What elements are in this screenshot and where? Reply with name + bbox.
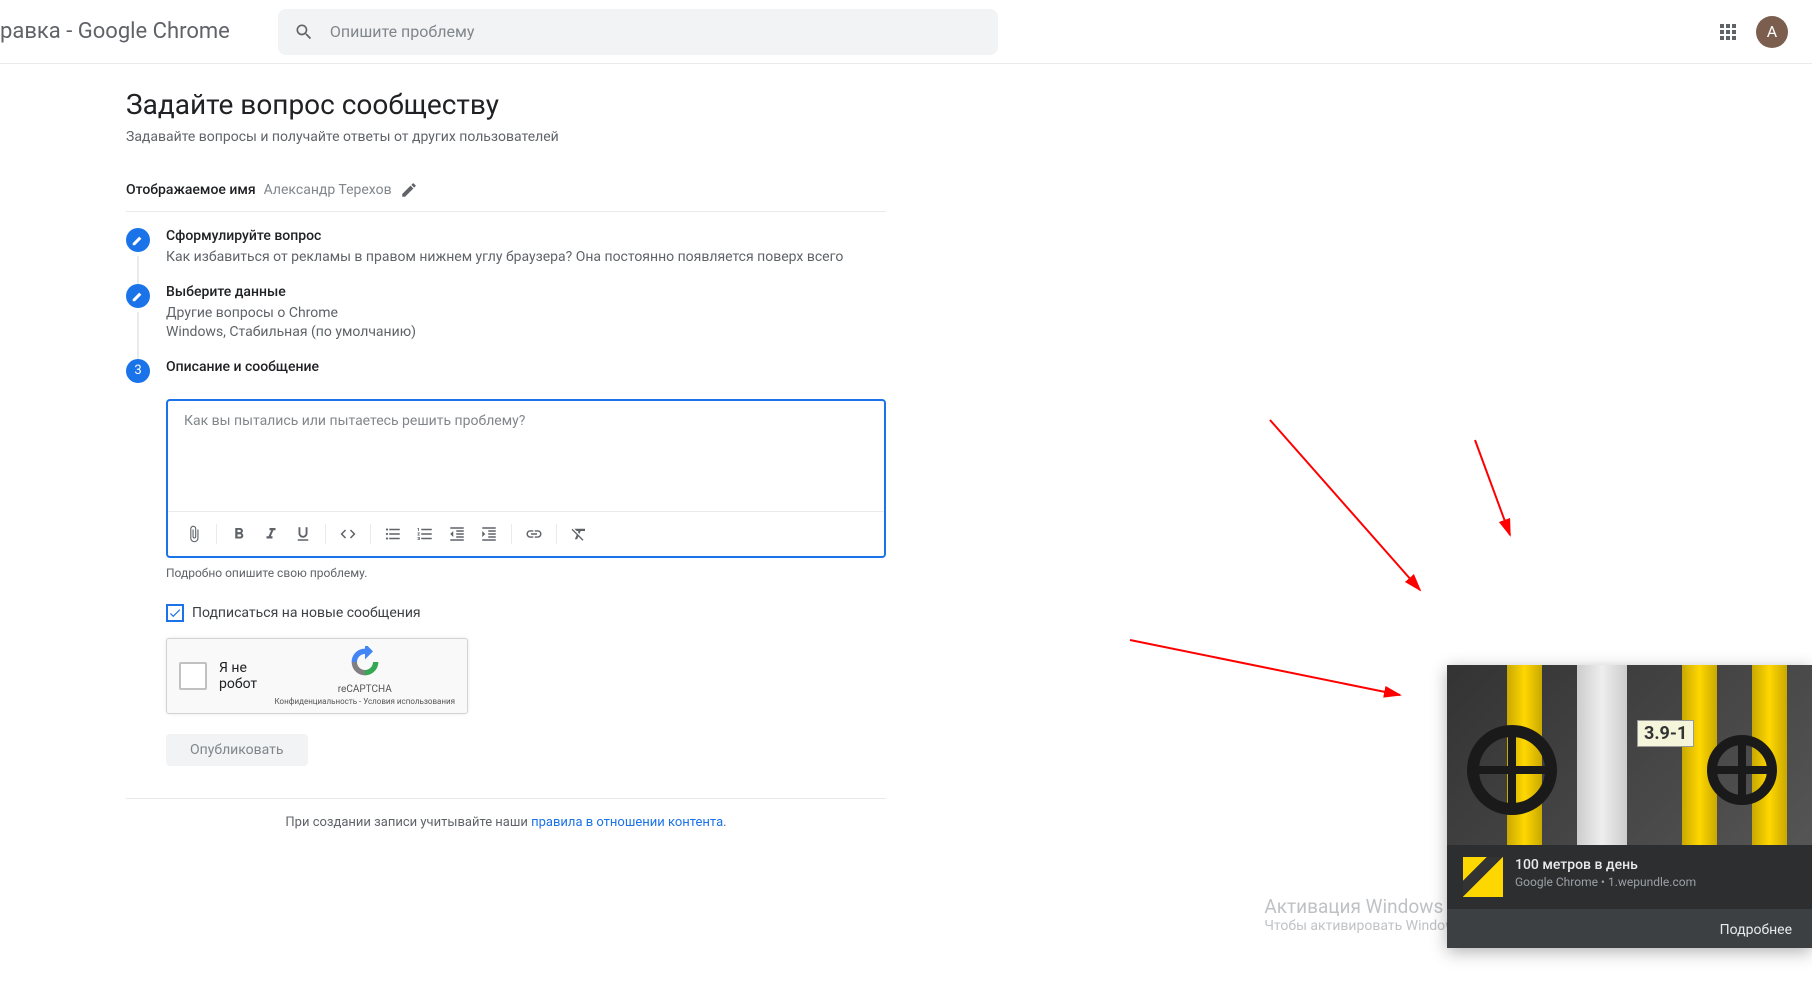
- page-title: Задайте вопрос сообществу: [126, 88, 886, 121]
- notification-action-button[interactable]: Подробнее: [1720, 922, 1792, 938]
- publish-button[interactable]: Опубликовать: [166, 734, 308, 766]
- underline-icon: [294, 525, 312, 543]
- header: равка - Google Chrome А: [0, 0, 1812, 64]
- toolbar-separator: [325, 524, 326, 544]
- step-badge-active: 3: [126, 359, 150, 383]
- editor-hint: Подробно опишите свою проблему.: [166, 566, 886, 580]
- content: Задайте вопрос сообществу Задавайте вопр…: [46, 64, 886, 846]
- step-title: Описание и сообщение: [166, 359, 886, 375]
- attach-button[interactable]: [180, 520, 208, 548]
- recaptcha-icon: [349, 646, 381, 678]
- check-icon: [168, 606, 182, 620]
- step-desc: Другие вопросы о Chrome Windows, Стабиль…: [166, 304, 886, 343]
- step-content: Сформулируйте вопрос Как избавиться от р…: [166, 228, 886, 268]
- footer-link[interactable]: правила в отношении контента: [531, 815, 723, 830]
- footer-suffix: .: [723, 815, 726, 830]
- editor: Как вы пытались или пытаетесь решить про…: [166, 399, 886, 558]
- display-name-value: Александр Терехов: [264, 182, 392, 198]
- notification-image: 3.9-1: [1447, 665, 1812, 845]
- display-name-label: Отображаемое имя: [126, 182, 256, 198]
- bold-icon: [230, 525, 248, 543]
- header-title: равка - Google Chrome: [0, 19, 230, 44]
- clear-format-icon: [570, 525, 588, 543]
- search-icon: [294, 22, 314, 42]
- step-content: Описание и сообщение: [166, 359, 886, 383]
- step-title: Выберите данные: [166, 284, 886, 300]
- footer-prefix: При создании записи учитывайте наши: [285, 815, 531, 830]
- notification-source: Google Chrome • 1.wepundle.com: [1515, 875, 1796, 889]
- toolbar-separator: [556, 524, 557, 544]
- italic-button[interactable]: [257, 520, 285, 548]
- notification-action-bar: Подробнее: [1447, 909, 1812, 948]
- toolbar-separator: [511, 524, 512, 544]
- step-badge-done: [126, 284, 150, 308]
- indent-decrease-icon: [448, 525, 466, 543]
- editor-textarea[interactable]: Как вы пытались или пытаетесь решить про…: [168, 401, 884, 511]
- pencil-icon: [131, 233, 145, 247]
- toolbar-separator: [370, 524, 371, 544]
- bold-button[interactable]: [225, 520, 253, 548]
- editor-toolbar: [168, 511, 884, 556]
- indent-decrease-button[interactable]: [443, 520, 471, 548]
- notification-body: 100 метров в день Google Chrome • 1.wepu…: [1447, 845, 1812, 909]
- step-badge-done: [126, 228, 150, 252]
- recaptcha: Я не робот reCAPTCHA Конфиденциальность …: [166, 638, 468, 714]
- footer-note: При создании записи учитывайте наши прав…: [126, 798, 886, 846]
- toolbar-separator: [216, 524, 217, 544]
- notification-popup[interactable]: 3.9-1 100 метров в день Google Chrome • …: [1447, 665, 1812, 948]
- italic-icon: [262, 525, 280, 543]
- recaptcha-checkbox[interactable]: [179, 662, 207, 690]
- notification-title: 100 метров в день: [1515, 857, 1796, 873]
- recaptcha-brand: reCAPTCHA: [274, 684, 455, 695]
- notification-thumb: [1463, 857, 1503, 897]
- step-desc: Как избавиться от рекламы в правом нижне…: [166, 248, 886, 268]
- header-right: А: [1716, 16, 1788, 48]
- code-button[interactable]: [334, 520, 362, 548]
- search-box[interactable]: [278, 9, 998, 55]
- editor-wrap: Как вы пытались или пытаетесь решить про…: [166, 399, 886, 766]
- page-subtitle: Задавайте вопросы и получайте ответы от …: [126, 129, 886, 145]
- search-input[interactable]: [330, 22, 982, 41]
- bullet-list-button[interactable]: [379, 520, 407, 548]
- step-title: Сформулируйте вопрос: [166, 228, 886, 244]
- indent-increase-button[interactable]: [475, 520, 503, 548]
- steps: Сформулируйте вопрос Как избавиться от р…: [126, 228, 886, 383]
- subscribe-row: Подписаться на новые сообщения: [166, 604, 886, 622]
- step-1[interactable]: Сформулируйте вопрос Как избавиться от р…: [126, 228, 886, 268]
- notification-text: 100 метров в день Google Chrome • 1.wepu…: [1515, 857, 1796, 897]
- edit-icon[interactable]: [400, 181, 418, 199]
- subscribe-label: Подписаться на новые сообщения: [192, 605, 421, 621]
- bullet-list-icon: [384, 525, 402, 543]
- number-list-button[interactable]: [411, 520, 439, 548]
- image-label: 3.9-1: [1637, 720, 1694, 747]
- paperclip-icon: [185, 525, 203, 543]
- code-icon: [339, 525, 357, 543]
- indent-increase-icon: [480, 525, 498, 543]
- link-icon: [525, 525, 543, 543]
- apps-icon[interactable]: [1716, 20, 1740, 44]
- step-2[interactable]: Выберите данные Другие вопросы о Chrome …: [126, 284, 886, 343]
- link-button[interactable]: [520, 520, 548, 548]
- clear-format-button[interactable]: [565, 520, 593, 548]
- subscribe-checkbox[interactable]: [166, 604, 184, 622]
- pencil-icon: [131, 289, 145, 303]
- number-list-icon: [416, 525, 434, 543]
- step-content: Выберите данные Другие вопросы о Chrome …: [166, 284, 886, 343]
- underline-button[interactable]: [289, 520, 317, 548]
- recaptcha-branding: reCAPTCHA Конфиденциальность - Условия и…: [274, 646, 455, 706]
- avatar[interactable]: А: [1756, 16, 1788, 48]
- recaptcha-label: Я не робот: [219, 660, 274, 692]
- display-name-row: Отображаемое имя Александр Терехов: [126, 169, 886, 212]
- step-3: 3 Описание и сообщение: [126, 359, 886, 383]
- recaptcha-terms: Конфиденциальность - Условия использован…: [274, 697, 455, 706]
